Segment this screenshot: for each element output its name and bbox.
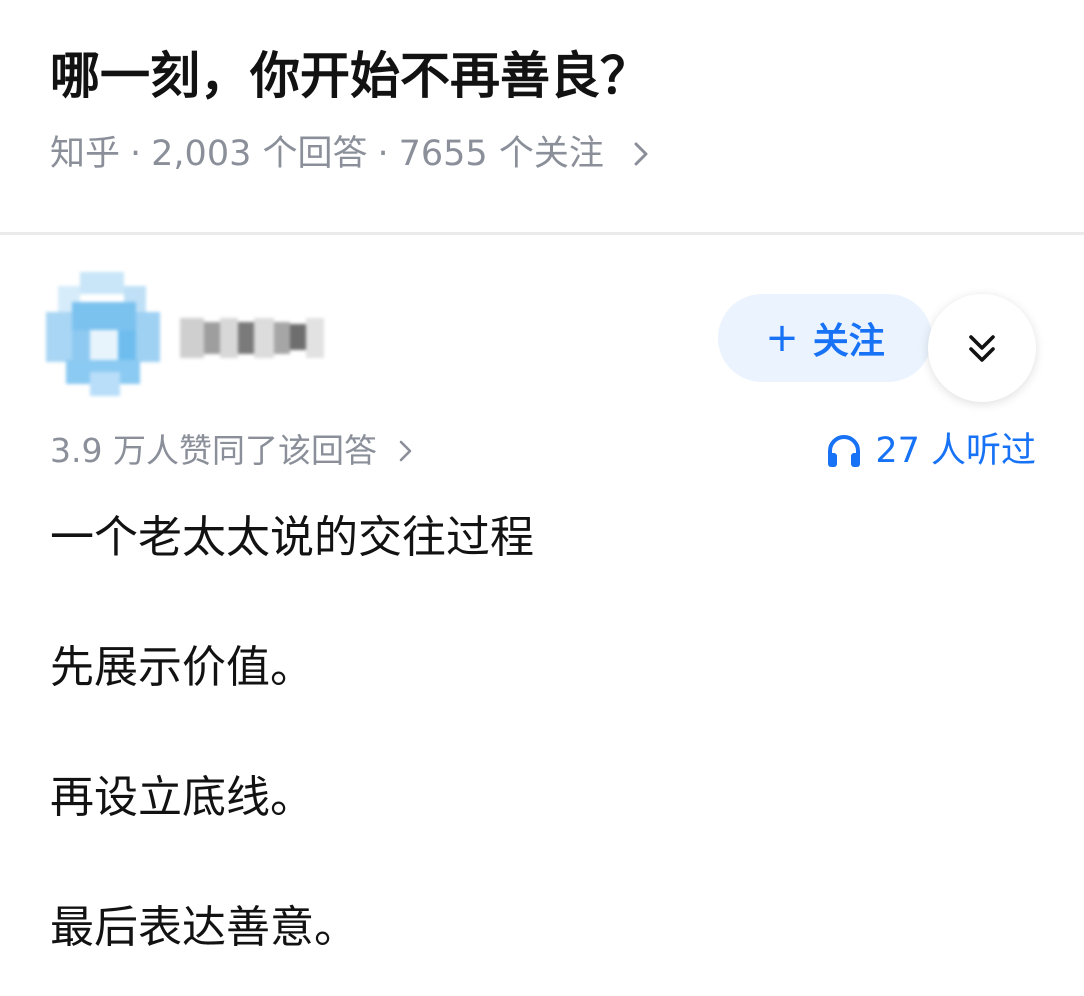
double-chevron-down-icon — [969, 335, 995, 362]
question-header[interactable]: 哪一刻，你开始不再善良？ 知乎 · 2,003 个回答 · 7655 个关注 — [0, 0, 1084, 234]
followers-count: 7655 个关注 — [398, 134, 604, 174]
headphones-icon — [828, 435, 861, 467]
listen-info[interactable]: 27 人听过 — [825, 428, 1036, 474]
answer-paragraph: 一个老太太说的交往过程 — [50, 512, 534, 563]
follow-label: 关注 — [812, 321, 885, 362]
vote-summary-text: 3.9 万人赞同了该回答 — [50, 431, 377, 470]
question-meta[interactable]: 知乎 · 2,003 个回答 · 7655 个关注 — [50, 130, 662, 178]
answer-paragraph: 先展示价值。 — [50, 642, 314, 693]
listen-count: 27 人听过 — [875, 431, 1036, 471]
answers-count: 2,003 个回答 — [151, 134, 368, 174]
expand-more-button[interactable] — [928, 294, 1036, 402]
answer-paragraph: 再设立底线。 — [50, 772, 314, 823]
meta-separator: · — [377, 134, 389, 174]
chevron-right-icon[interactable] — [622, 134, 662, 174]
follow-button[interactable]: + 关注 — [718, 294, 932, 382]
vote-summary[interactable]: 3.9 万人赞同了该回答 — [50, 428, 421, 474]
plus-icon: + — [765, 315, 799, 361]
question-title[interactable]: 哪一刻，你开始不再善良？ — [50, 44, 650, 108]
answer-content[interactable]: 一个老太太说的交往过程 先展示价值。 再设立底线。 最后表达善意。 — [50, 508, 1040, 958]
meta-separator: · — [130, 134, 142, 174]
author-name[interactable] — [176, 306, 328, 370]
section-divider — [0, 232, 1084, 235]
chevron-right-icon — [391, 433, 421, 469]
author-avatar[interactable] — [36, 272, 164, 396]
answer-paragraph: 最后表达善意。 — [50, 902, 358, 953]
source-label: 知乎 — [50, 134, 121, 174]
